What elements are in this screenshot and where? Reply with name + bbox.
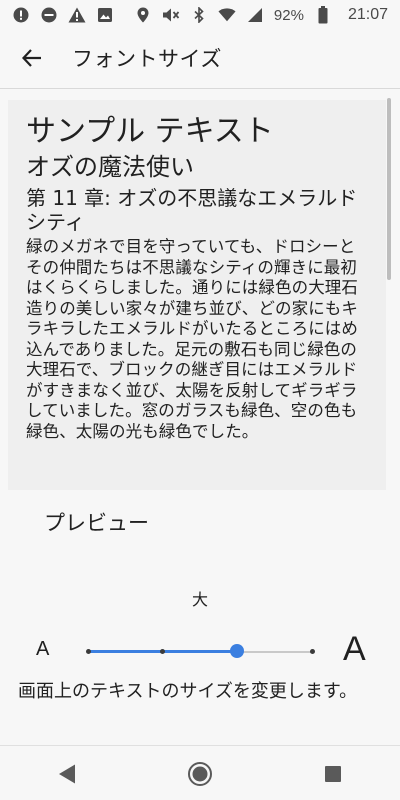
scrollbar-thumb[interactable]: [387, 98, 391, 280]
warning-icon: [68, 6, 86, 24]
sample-chapter-heading: 第 11 章: オズの不思議なエメラルドシティ: [26, 186, 358, 234]
nav-divider: [0, 745, 400, 746]
smaller-font-button[interactable]: A: [36, 638, 49, 661]
app-bar-divider: [0, 88, 400, 89]
status-bar: 92% 21:07: [0, 0, 400, 30]
nav-recents-button[interactable]: [303, 752, 363, 796]
do-not-disturb-icon: [40, 6, 58, 24]
description-text: 画面上のテキストのサイズを変更します。: [18, 681, 358, 702]
bluetooth-icon: [190, 6, 208, 24]
image-icon: [96, 6, 114, 24]
clock: 21:07: [347, 6, 388, 23]
battery-icon: [314, 6, 332, 24]
sample-body-text: 緑のメガネで目を守っていても、ドロシーとその仲間たちは不思議なシティの輝きに最初…: [26, 237, 358, 441]
slider-tick: [160, 649, 166, 654]
larger-font-button[interactable]: A: [343, 630, 366, 669]
font-size-slider-row: A A: [0, 620, 400, 680]
status-right-icons: 92% 21:07: [134, 6, 388, 24]
signal-icon: [246, 6, 264, 24]
app-bar: フォントサイズ: [0, 30, 400, 86]
home-circle-icon: [187, 762, 212, 786]
back-button[interactable]: [4, 30, 60, 86]
mute-icon: [162, 6, 180, 24]
preview-label: プレビュー: [44, 511, 149, 535]
sample-text-card: サンプル テキスト オズの魔法使い 第 11 章: オズの不思議なエメラルドシテ…: [8, 100, 386, 490]
nav-back-button[interactable]: [37, 752, 97, 796]
sample-title: サンプル テキスト: [26, 114, 274, 149]
location-icon: [134, 6, 152, 24]
back-triangle-icon: [58, 764, 75, 784]
slider-tick: [85, 649, 91, 654]
nav-home-button[interactable]: [170, 752, 230, 796]
status-left-icons: [12, 6, 114, 24]
wifi-icon: [218, 6, 236, 24]
page-title: フォントサイズ: [72, 47, 222, 71]
recents-square-icon: [325, 766, 342, 782]
battery-percentage: 92%: [273, 6, 304, 24]
font-size-value-label: 大: [191, 590, 208, 609]
slider-thumb[interactable]: [230, 644, 245, 658]
slider-tick: [309, 649, 315, 654]
back-arrow-icon: [21, 49, 41, 67]
navigation-bar: [0, 748, 400, 800]
font-size-settings-screen: 92% 21:07 フォントサイズ サンプル テキスト オズの魔法使い 第 11…: [0, 0, 400, 800]
sample-subtitle: オズの魔法使い: [26, 153, 194, 181]
alert-circle-icon: [12, 6, 30, 24]
